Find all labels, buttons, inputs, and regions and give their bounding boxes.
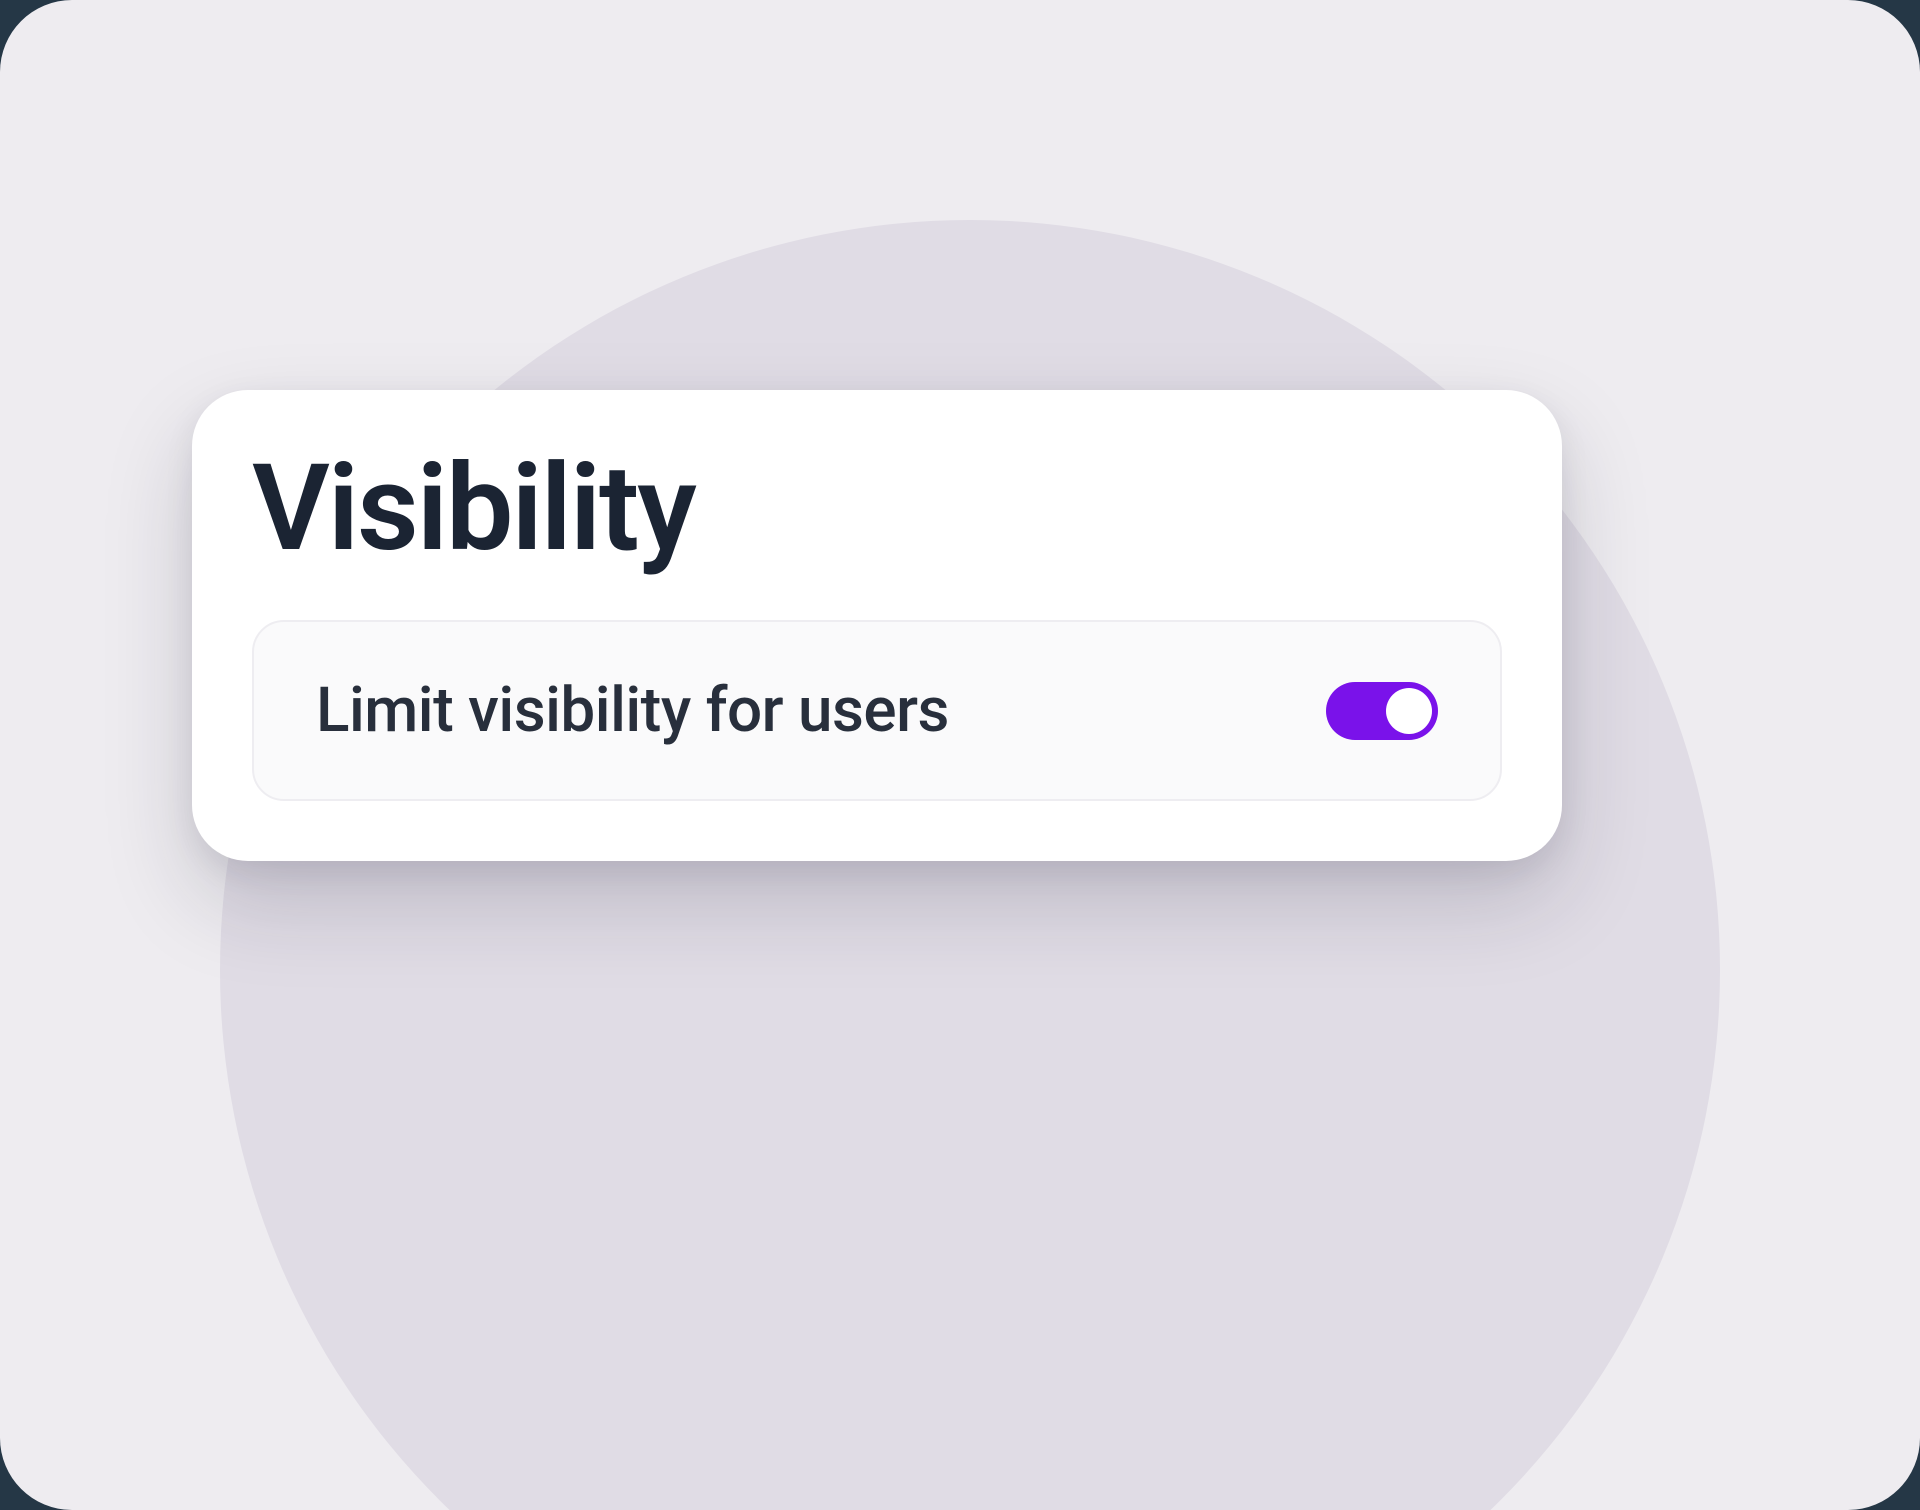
setting-row-limit-visibility: Limit visibility for users bbox=[252, 620, 1502, 801]
canvas-background: Visibility Limit visibility for users bbox=[0, 0, 1920, 1510]
visibility-card: Visibility Limit visibility for users bbox=[192, 390, 1562, 861]
toggle-knob bbox=[1386, 688, 1432, 734]
limit-visibility-toggle[interactable] bbox=[1326, 682, 1438, 740]
card-title: Visibility bbox=[252, 446, 1502, 572]
setting-label: Limit visibility for users bbox=[316, 674, 949, 747]
